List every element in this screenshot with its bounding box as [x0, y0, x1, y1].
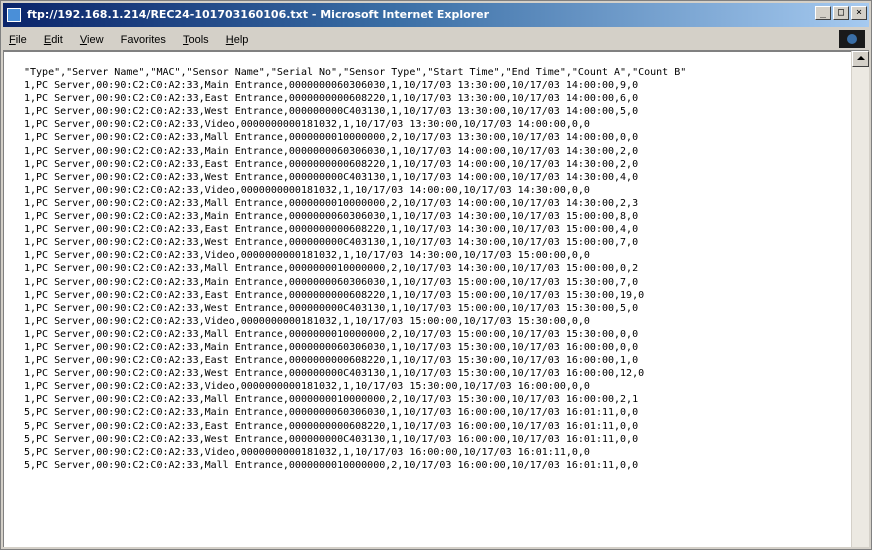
- csv-data-line: 1,PC Server,00:90:C2:C0:A2:33,Video,0000…: [24, 184, 590, 196]
- vertical-scrollbar[interactable]: [852, 51, 869, 547]
- csv-data-line: 1,PC Server,00:90:C2:C0:A2:33,West Entra…: [24, 237, 639, 249]
- document-view[interactable]: "Type","Server Name","MAC","Sensor Name"…: [3, 51, 851, 547]
- csv-data-line: 1,PC Server,00:90:C2:C0:A2:33,Main Entra…: [24, 80, 639, 92]
- browser-window: ftp://192.168.1.214/REC24-101703160106.t…: [0, 0, 872, 550]
- csv-data-line: 1,PC Server,00:90:C2:C0:A2:33,East Entra…: [24, 158, 639, 170]
- csv-data-line: 1,PC Server,00:90:C2:C0:A2:33,Mall Entra…: [24, 263, 639, 275]
- csv-data-line: 5,PC Server,00:90:C2:C0:A2:33,Mall Entra…: [24, 459, 639, 471]
- window-controls: _ □ ×: [813, 6, 867, 20]
- csv-data-line: 1,PC Server,00:90:C2:C0:A2:33,West Entra…: [24, 171, 639, 183]
- menu-help[interactable]: Help: [220, 30, 255, 46]
- title-bar[interactable]: ftp://192.168.1.214/REC24-101703160106.t…: [3, 3, 869, 27]
- scroll-up-button[interactable]: [852, 51, 869, 67]
- csv-data-line: 1,PC Server,00:90:C2:C0:A2:33,Video,0000…: [24, 119, 590, 131]
- csv-data-line: 1,PC Server,00:90:C2:C0:A2:33,Video,0000…: [24, 315, 590, 327]
- csv-data-line: 1,PC Server,00:90:C2:C0:A2:33,West Entra…: [24, 106, 639, 118]
- csv-text: "Type","Server Name","MAC","Sensor Name"…: [4, 52, 851, 472]
- csv-data-line: 1,PC Server,00:90:C2:C0:A2:33,Mall Entra…: [24, 328, 639, 340]
- menu-help-label: elp: [233, 34, 249, 46]
- window-title: ftp://192.168.1.214/REC24-101703160106.t…: [27, 8, 489, 21]
- csv-data-line: 1,PC Server,00:90:C2:C0:A2:33,Main Entra…: [24, 145, 639, 157]
- menu-tools-label: ools: [188, 34, 209, 46]
- menu-help-accel: H: [225, 34, 234, 46]
- csv-data-line: 1,PC Server,00:90:C2:C0:A2:33,West Entra…: [24, 302, 639, 314]
- csv-data-line: 1,PC Server,00:90:C2:C0:A2:33,Mall Entra…: [24, 394, 639, 406]
- menu-edit-label: dit: [51, 34, 63, 46]
- csv-header-line: "Type","Server Name","MAC","Sensor Name"…: [24, 67, 687, 78]
- ie-logo-icon: [839, 30, 865, 48]
- csv-data-line: 1,PC Server,00:90:C2:C0:A2:33,Mall Entra…: [24, 197, 639, 209]
- csv-data-line: 1,PC Server,00:90:C2:C0:A2:33,East Entra…: [24, 289, 645, 301]
- csv-data-line: 5,PC Server,00:90:C2:C0:A2:33,West Entra…: [24, 433, 639, 445]
- csv-data-line: 5,PC Server,00:90:C2:C0:A2:33,East Entra…: [24, 420, 639, 432]
- csv-data-line: 1,PC Server,00:90:C2:C0:A2:33,East Entra…: [24, 355, 639, 367]
- csv-data-line: 1,PC Server,00:90:C2:C0:A2:33,West Entra…: [24, 368, 645, 380]
- menu-file[interactable]: File: [3, 30, 33, 46]
- csv-data-line: 1,PC Server,00:90:C2:C0:A2:33,Main Entra…: [24, 276, 639, 288]
- menu-view[interactable]: View: [74, 30, 110, 46]
- minimize-button[interactable]: _: [815, 6, 831, 20]
- csv-data-line: 5,PC Server,00:90:C2:C0:A2:33,Video,0000…: [24, 446, 590, 458]
- close-button[interactable]: ×: [851, 6, 867, 20]
- menu-favorites[interactable]: Favorites: [115, 30, 172, 46]
- menu-view-label: iew: [87, 34, 104, 46]
- menu-view-accel: V: [79, 34, 88, 46]
- csv-data-line: 1,PC Server,00:90:C2:C0:A2:33,East Entra…: [24, 93, 639, 105]
- menu-file-accel: F: [9, 34, 16, 46]
- menu-file-label: ile: [15, 34, 27, 46]
- csv-data-line: 1,PC Server,00:90:C2:C0:A2:33,Video,0000…: [24, 250, 590, 262]
- menu-favorites-label: vorites: [133, 34, 166, 46]
- csv-data-line: 1,PC Server,00:90:C2:C0:A2:33,East Entra…: [24, 224, 639, 236]
- menu-tools[interactable]: Tools: [177, 30, 215, 46]
- csv-data-line: 1,PC Server,00:90:C2:C0:A2:33,Main Entra…: [24, 341, 639, 353]
- maximize-button[interactable]: □: [833, 6, 849, 20]
- menu-bar: File Edit View Favorites Tools Help: [3, 28, 869, 51]
- menu-favorites-prefix: Fa: [120, 34, 134, 46]
- csv-data-line: 1,PC Server,00:90:C2:C0:A2:33,Video,0000…: [24, 381, 590, 393]
- csv-data-line: 1,PC Server,00:90:C2:C0:A2:33,Mall Entra…: [24, 132, 639, 144]
- csv-data-line: 5,PC Server,00:90:C2:C0:A2:33,Main Entra…: [24, 407, 639, 419]
- ie-page-icon[interactable]: [7, 8, 21, 22]
- menu-edit[interactable]: Edit: [38, 30, 69, 46]
- csv-data-line: 1,PC Server,00:90:C2:C0:A2:33,Main Entra…: [24, 211, 639, 223]
